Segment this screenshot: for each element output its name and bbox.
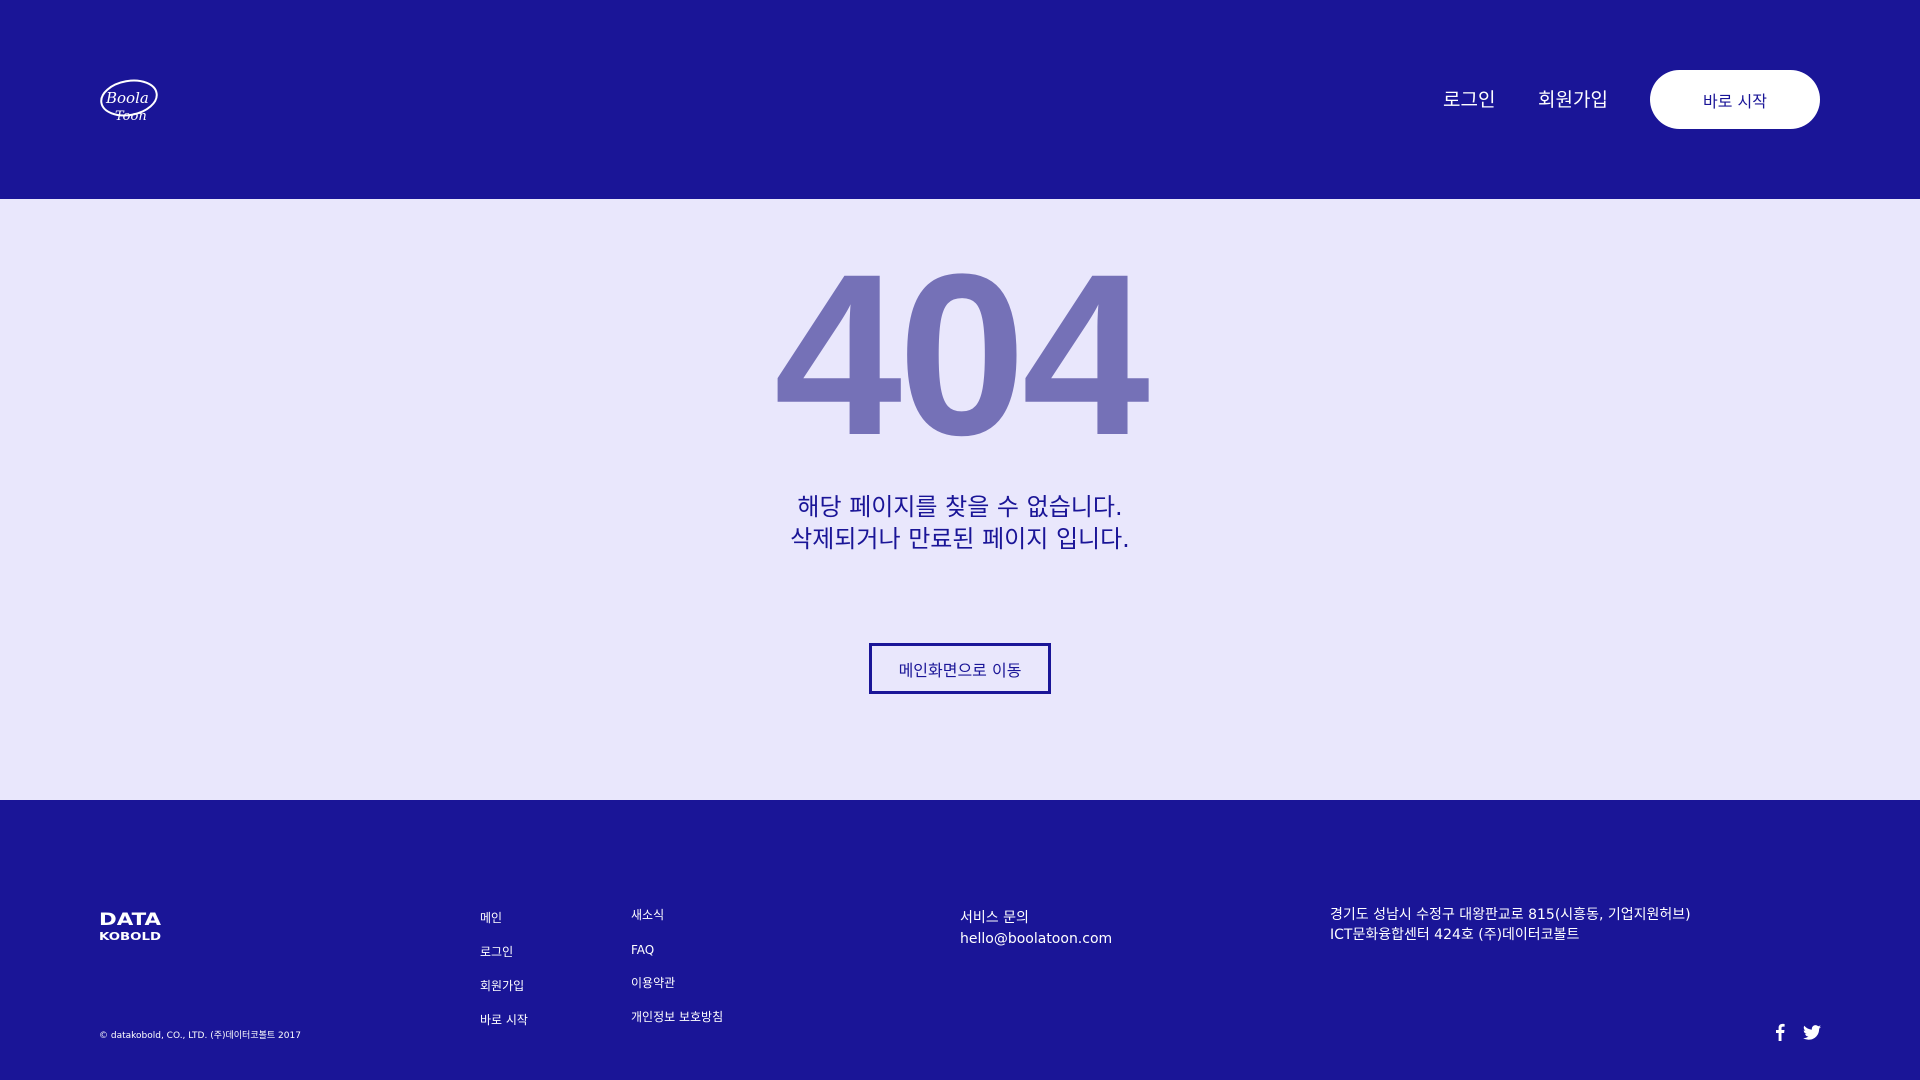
- footer-link-faq[interactable]: FAQ: [631, 942, 654, 958]
- footer-link-login[interactable]: 로그인: [480, 944, 513, 960]
- contact-email-link[interactable]: hello@boolatoon.com: [960, 930, 1112, 949]
- boolatoon-logo[interactable]: Boola Toon: [99, 76, 161, 124]
- error-message-line2: 삭제되거나 만료된 페이지 입니다.: [790, 525, 1130, 553]
- footer-link-news[interactable]: 새소식: [631, 907, 664, 923]
- copyright-text: © datakobold, CO., LTD. (주)데이터코볼트 2017: [99, 1031, 301, 1041]
- header: Boola Toon 로그인 회원가입 바로 시작: [0, 0, 1920, 199]
- address-line1: 경기도 성남시 수정구 대왕판교로 815(시흥동, 기업지원허브): [1330, 907, 1691, 923]
- svg-text:Toon: Toon: [115, 109, 147, 124]
- svg-text:Boola: Boola: [105, 89, 149, 107]
- contact-title: 서비스 문의: [960, 910, 1029, 926]
- address-line2: ICT문화융합센터 424호 (주)데이터코볼트: [1330, 927, 1580, 943]
- svg-text:KOBOLD: KOBOLD: [99, 930, 161, 942]
- twitter-icon[interactable]: [1802, 1022, 1822, 1042]
- nav-signup-link[interactable]: 회원가입: [1538, 87, 1608, 113]
- go-home-button[interactable]: 메인화면으로 이동: [869, 643, 1051, 694]
- start-now-button[interactable]: 바로 시작: [1650, 70, 1820, 129]
- error-code: 404: [774, 226, 1150, 483]
- footer-link-main[interactable]: 메인: [480, 910, 502, 926]
- footer-link-start[interactable]: 바로 시작: [480, 1012, 528, 1028]
- footer-link-terms[interactable]: 이용약관: [631, 975, 675, 991]
- footer-link-signup[interactable]: 회원가입: [480, 978, 524, 994]
- svg-text:DATA: DATA: [99, 910, 162, 930]
- error-message-line1: 해당 페이지를 찾을 수 없습니다.: [797, 493, 1123, 521]
- nav-login-link[interactable]: 로그인: [1443, 87, 1495, 113]
- footer-link-privacy[interactable]: 개인정보 보호방침: [631, 1009, 723, 1025]
- datakobold-logo[interactable]: DATA KOBOLD: [99, 910, 163, 942]
- facebook-icon[interactable]: [1770, 1022, 1790, 1042]
- footer: DATA KOBOLD © datakobold, CO., LTD. (주)데…: [0, 800, 1920, 1080]
